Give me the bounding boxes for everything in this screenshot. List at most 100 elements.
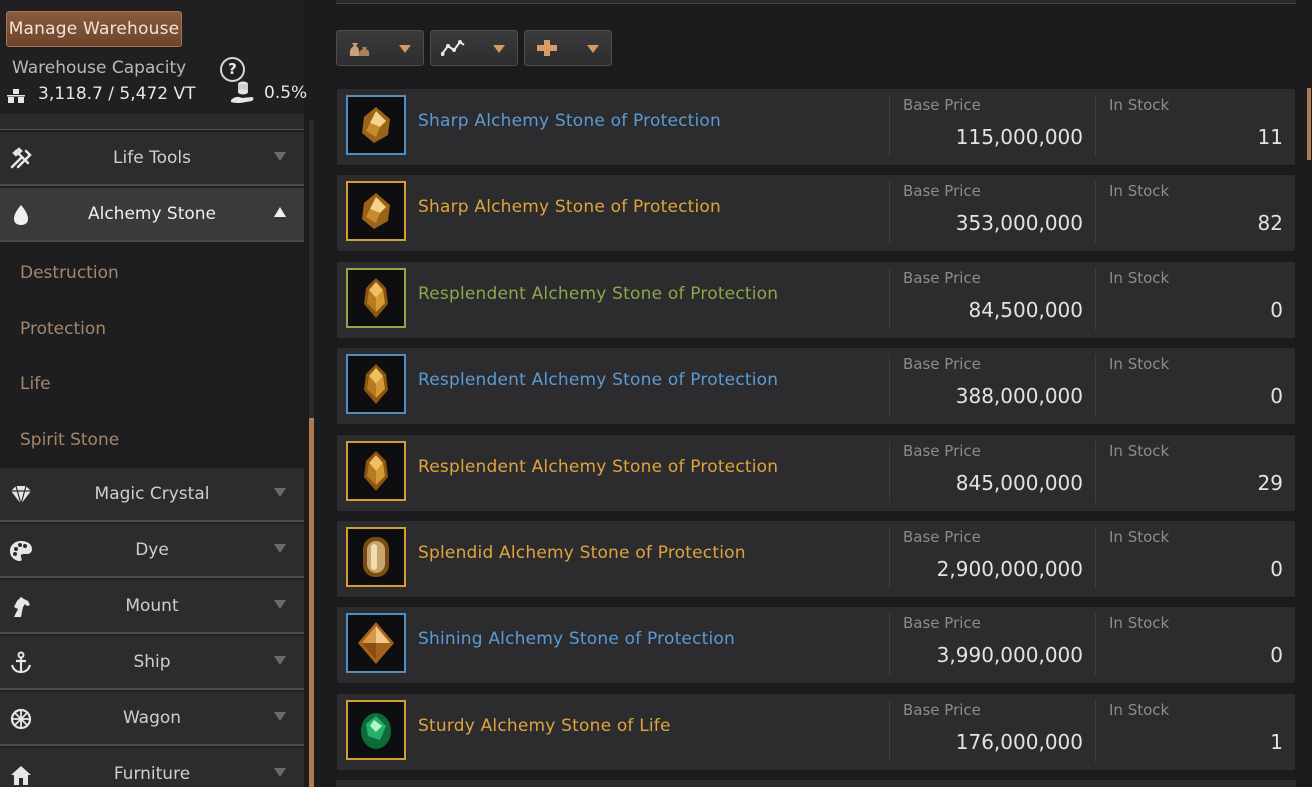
chevron-down-icon	[274, 712, 286, 721]
menu-item-life-tools[interactable]: Life Tools	[0, 132, 304, 186]
submenu-item-destruction[interactable]: Destruction	[20, 263, 119, 283]
chevron-down-icon	[274, 768, 286, 777]
item-name[interactable]: Resplendent Alchemy Stone of Protection	[418, 457, 778, 477]
in-stock-value: 1	[1270, 730, 1283, 754]
column-divider	[889, 181, 890, 243]
category-sidebar: Manage Warehouse Warehouse Capacity ? 3,…	[0, 0, 320, 787]
item-name[interactable]: Sharp Alchemy Stone of Protection	[418, 111, 721, 131]
item-slot	[346, 700, 406, 760]
menu-item-label: Dye	[135, 540, 169, 560]
menu-item-alchemy-stone[interactable]: Alchemy Stone	[0, 188, 304, 242]
column-divider	[1095, 354, 1096, 416]
bag-filter-dropdown[interactable]	[336, 30, 424, 66]
in-stock-label: In Stock	[1109, 701, 1170, 719]
item-row[interactable]: Splendid Alchemy Stone of Protection Bas…	[336, 520, 1296, 598]
column-divider	[1095, 700, 1096, 762]
in-stock-label: In Stock	[1109, 442, 1170, 460]
palette-icon	[10, 541, 32, 561]
menu-item-mount[interactable]: Mount	[0, 580, 304, 634]
item-name[interactable]: Resplendent Alchemy Stone of Protection	[418, 370, 778, 390]
top-divider	[336, 0, 1296, 4]
menu-item-label: Mount	[125, 596, 179, 616]
in-stock-value: 0	[1270, 384, 1283, 408]
menu-item-dye[interactable]: Dye	[0, 524, 304, 578]
item-slot	[346, 441, 406, 501]
plus-icon	[537, 40, 557, 56]
menu-item-label: Ship	[133, 652, 171, 672]
menu-item-label: Alchemy Stone	[87, 204, 217, 224]
column-divider	[1095, 181, 1096, 243]
item-list-panel: Sharp Alchemy Stone of Protection Base P…	[320, 0, 1312, 787]
base-price-value: 388,000,000	[955, 384, 1083, 408]
item-row[interactable]: Sturdy Alchemy Stone of Life Base Price …	[336, 693, 1296, 771]
base-price-label: Base Price	[903, 96, 981, 114]
alchemy-stone-icon	[14, 205, 28, 225]
menu-item-ship[interactable]: Ship	[0, 636, 304, 690]
column-divider	[889, 700, 890, 762]
graph-icon	[441, 40, 465, 56]
menu-item-wagon[interactable]: Wagon	[0, 692, 304, 746]
help-icon[interactable]: ?	[220, 57, 245, 82]
item-row[interactable]: Shining Alchemy Stone of Protection Base…	[336, 606, 1296, 684]
submenu-item-life[interactable]: Life	[20, 374, 51, 394]
graph-filter-dropdown[interactable]	[430, 30, 518, 66]
menu-item-furniture[interactable]: Furniture	[0, 748, 304, 787]
menu-item-partial	[0, 114, 304, 130]
chevron-down-icon	[274, 656, 286, 665]
manage-warehouse-button[interactable]: Manage Warehouse	[6, 11, 182, 47]
base-price-value: 115,000,000	[955, 125, 1083, 149]
item-slot	[346, 181, 406, 241]
sharp-stone-icon	[362, 107, 390, 143]
base-price-label: Base Price	[903, 182, 981, 200]
column-divider	[1095, 441, 1096, 503]
column-divider	[889, 441, 890, 503]
resplendent-stone-icon	[364, 451, 388, 491]
item-row[interactable]: Resplendent Alchemy Stone of Protection …	[336, 434, 1296, 512]
in-stock-label: In Stock	[1109, 96, 1170, 114]
item-row-partial	[336, 779, 1296, 787]
item-name[interactable]: Splendid Alchemy Stone of Protection	[418, 543, 746, 563]
base-price-label: Base Price	[903, 528, 981, 546]
list-scrollbar-thumb[interactable]	[1307, 88, 1311, 160]
submenu-item-spirit-stone[interactable]: Spirit Stone	[20, 430, 119, 450]
base-price-label: Base Price	[903, 614, 981, 632]
sidebar-scrollbar-thumb[interactable]	[309, 418, 314, 787]
chevron-down-icon	[274, 152, 286, 161]
chevron-down-icon	[399, 45, 411, 53]
in-stock-label: In Stock	[1109, 355, 1170, 373]
base-price-label: Base Price	[903, 701, 981, 719]
item-row[interactable]: Resplendent Alchemy Stone of Protection …	[336, 261, 1296, 339]
column-divider	[889, 613, 890, 675]
sturdy-life-stone-icon	[361, 713, 391, 749]
silver-coin-icon	[231, 81, 254, 103]
item-row[interactable]: Resplendent Alchemy Stone of Protection …	[336, 347, 1296, 425]
item-name[interactable]: Sharp Alchemy Stone of Protection	[418, 197, 721, 217]
menu-item-magic-crystal[interactable]: Magic Crystal	[0, 468, 304, 522]
column-divider	[1095, 268, 1096, 330]
column-divider	[1095, 95, 1096, 157]
item-name[interactable]: Resplendent Alchemy Stone of Protection	[418, 284, 778, 304]
item-slot	[346, 95, 406, 155]
in-stock-value: 0	[1270, 557, 1283, 581]
weight-percent-value: 0.5%	[264, 83, 308, 103]
base-price-value: 2,900,000,000	[936, 557, 1083, 581]
plus-filter-dropdown[interactable]	[524, 30, 612, 66]
market-window: Manage Warehouse Warehouse Capacity ? 3,…	[0, 0, 1312, 787]
column-divider	[1095, 527, 1096, 589]
item-name[interactable]: Shining Alchemy Stone of Protection	[418, 629, 735, 649]
shining-stone-icon	[358, 622, 394, 664]
warehouse-capacity-label: Warehouse Capacity	[12, 58, 187, 78]
diamond-icon	[11, 485, 31, 507]
submenu-item-protection[interactable]: Protection	[20, 319, 106, 339]
chevron-down-icon	[274, 488, 286, 497]
item-row[interactable]: Sharp Alchemy Stone of Protection Base P…	[336, 174, 1296, 252]
item-row[interactable]: Sharp Alchemy Stone of Protection Base P…	[336, 88, 1296, 166]
base-price-value: 353,000,000	[955, 211, 1083, 235]
item-name[interactable]: Sturdy Alchemy Stone of Life	[418, 716, 671, 736]
chevron-down-icon	[493, 45, 505, 53]
hammer-icon	[10, 147, 32, 169]
base-price-label: Base Price	[903, 355, 981, 373]
warehouse-capacity-value: 3,118.7 / 5,472 VT	[38, 84, 196, 104]
base-price-value: 176,000,000	[955, 730, 1083, 754]
menu-item-label: Furniture	[113, 764, 191, 784]
